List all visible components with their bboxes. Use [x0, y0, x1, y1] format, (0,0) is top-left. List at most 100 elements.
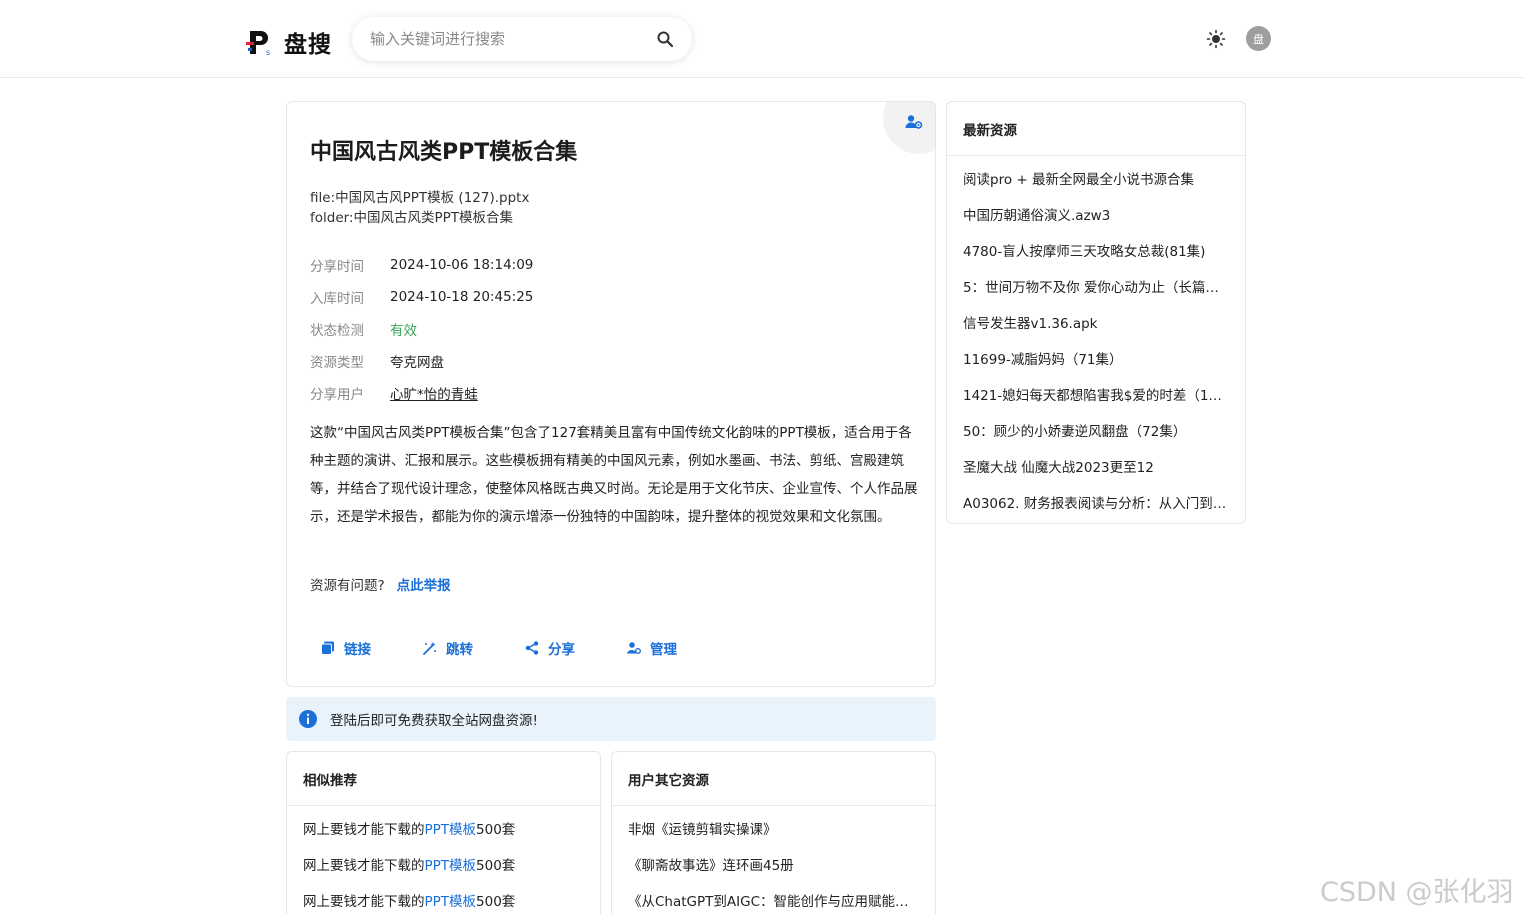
list-item[interactable]: 5：世间万物不及你 爱你心动为止（长篇…: [947, 268, 1245, 304]
share-icon: [525, 641, 539, 655]
list-item-text: 《聊斋故事选》连环画45册: [628, 858, 794, 874]
link-label: 链接: [344, 642, 371, 658]
file-line: file:中国风古风PPT模板 (127).pptx: [310, 190, 530, 206]
latest-resources-list: 阅读pro + 最新全网最全小说书源合集 中国历朝通俗演义.azw3 4780-…: [947, 156, 1245, 520]
meta-row-type: 资源类型 夸克网盘: [310, 345, 533, 377]
user-gear-icon: [627, 642, 641, 654]
meta-label: 分享时间: [310, 259, 364, 275]
item-text-pre: 网上要钱才能下载的: [303, 858, 425, 874]
user-settings-icon[interactable]: [905, 114, 923, 130]
search-box: [352, 17, 692, 61]
notice-text: 登陆后即可免费获取全站网盘资源!: [330, 713, 538, 729]
share-label: 分享: [548, 642, 575, 658]
logo-text: 盘搜: [284, 32, 332, 58]
list-item[interactable]: A03062. 财务报表阅读与分析：从入门到…: [947, 484, 1245, 520]
report-row: 资源有问题? 点此举报: [310, 574, 451, 594]
list-item-text: 1421-媳妇每天都想陷害我$爱的时差（10…: [963, 388, 1229, 404]
meta-list: 分享时间 2024-10-06 18:14:09 入库时间 2024-10-18…: [310, 249, 533, 409]
item-text-pre: 网上要钱才能下载的: [303, 822, 425, 838]
manage-label: 管理: [650, 642, 677, 658]
list-item[interactable]: 1421-媳妇每天都想陷害我$爱的时差（10…: [947, 376, 1245, 412]
logo-icon: s: [246, 31, 270, 56]
site-logo[interactable]: s 盘搜: [246, 25, 332, 59]
user-other-title: 用户其它资源: [612, 752, 935, 806]
list-item-text: 50：顾少的小娇妻逆风翻盘（72集）: [963, 424, 1187, 440]
list-item[interactable]: 50：顾少的小娇妻逆风翻盘（72集）: [947, 412, 1245, 448]
item-text-post: 500套: [476, 822, 516, 838]
similar-title: 相似推荐: [287, 752, 600, 806]
list-item-text: 信号发生器v1.36.apk: [963, 316, 1098, 332]
user-other-card: 用户其它资源 非烟《运镜剪辑实操课》 《聊斋故事选》连环画45册 《从ChatG…: [611, 751, 936, 914]
watermark: CSDN @张化羽: [1320, 877, 1514, 908]
meta-row-index-time: 入库时间 2024-10-18 20:45:25: [310, 281, 533, 313]
list-item-text: 《从ChatGPT到AIGC：智能创作与应用赋能》…: [628, 894, 919, 910]
meta-row-status: 状态检测 有效: [310, 313, 533, 345]
resource-title: 中国风古风类PPT模板合集: [310, 140, 578, 165]
share-button[interactable]: 分享: [525, 638, 575, 658]
top-header: s 盘搜 盘: [0, 0, 1525, 78]
folder-line: folder:中国风古风类PPT模板合集: [310, 210, 514, 226]
item-text-post: 500套: [476, 858, 516, 874]
resource-card: 中国风古风类PPT模板合集 file:中国风古风PPT模板 (127).pptx…: [286, 101, 936, 687]
share-time-value: 2024-10-06 18:14:09: [390, 257, 534, 273]
type-value: 夸克网盘: [390, 355, 444, 371]
item-text-pre: 网上要钱才能下载的: [303, 894, 425, 910]
search-input[interactable]: [370, 30, 656, 48]
jump-button[interactable]: 跳转: [423, 638, 473, 658]
copy-icon: [321, 641, 334, 655]
meta-label: 入库时间: [310, 291, 364, 307]
status-value: 有效: [390, 323, 417, 339]
item-text-post: 500套: [476, 894, 516, 910]
share-user-link[interactable]: 心旷*怡的青蛙: [390, 383, 478, 403]
meta-label: 资源类型: [310, 355, 364, 371]
report-link[interactable]: 点此举报: [397, 578, 451, 594]
list-item[interactable]: 网上要钱才能下载的 PPT模板 500套: [287, 846, 600, 882]
jump-label: 跳转: [446, 642, 473, 658]
list-item-text: 非烟《运镜剪辑实操课》: [628, 822, 777, 838]
user-other-list: 非烟《运镜剪辑实操课》 《聊斋故事选》连环画45册 《从ChatGPT到AIGC…: [612, 806, 935, 914]
meta-row-user: 分享用户 心旷*怡的青蛙: [310, 377, 533, 409]
item-text-highlight: PPT模板: [424, 894, 477, 910]
list-item-text: 11699-减脂妈妈（71集）: [963, 352, 1123, 368]
list-item[interactable]: 非烟《运镜剪辑实操课》: [612, 810, 935, 846]
resource-description: 这款“中国风古风类PPT模板合集”包含了127套精美且富有中国传统文化韵味的PP…: [310, 425, 918, 525]
meta-label: 状态检测: [310, 323, 364, 339]
sun-icon[interactable]: [1206, 29, 1226, 49]
list-item-text: 中国历朝通俗演义.azw3: [963, 208, 1111, 224]
list-item[interactable]: 中国历朝通俗演义.azw3: [947, 196, 1245, 232]
file-info: file:中国风古风PPT模板 (127).pptx folder:中国风古风类…: [310, 188, 529, 228]
index-time-value: 2024-10-18 20:45:25: [390, 289, 534, 305]
list-item[interactable]: 《从ChatGPT到AIGC：智能创作与应用赋能》…: [612, 882, 935, 914]
list-item[interactable]: 4780-盲人按摩师三天攻略女总裁(81集): [947, 232, 1245, 268]
latest-resources-card: 最新资源 阅读pro + 最新全网最全小说书源合集 中国历朝通俗演义.azw3 …: [946, 101, 1246, 524]
list-item[interactable]: 信号发生器v1.36.apk: [947, 304, 1245, 340]
list-item[interactable]: 网上要钱才能下载的 PPT模板 500套: [287, 810, 600, 846]
list-item-text: 阅读pro + 最新全网最全小说书源合集: [963, 172, 1194, 188]
list-item[interactable]: 阅读pro + 最新全网最全小说书源合集: [947, 160, 1245, 196]
similar-card: 相似推荐 网上要钱才能下载的 PPT模板 500套 网上要钱才能下载的 PPT模板 50…: [286, 751, 601, 914]
list-item-text: 圣魔大战 仙魔大战2023更至12: [963, 460, 1154, 476]
list-item[interactable]: 网上要钱才能下载的 PPT模板 500套: [287, 882, 600, 914]
item-text-highlight: PPT模板: [424, 858, 477, 874]
list-item[interactable]: 《聊斋故事选》连环画45册: [612, 846, 935, 882]
search-icon[interactable]: [656, 30, 674, 48]
svg-text:s: s: [266, 48, 270, 56]
list-item[interactable]: 11699-减脂妈妈（71集）: [947, 340, 1245, 376]
list-item-text: 4780-盲人按摩师三天攻略女总裁(81集): [963, 244, 1206, 260]
report-question: 资源有问题?: [310, 578, 385, 594]
meta-row-share-time: 分享时间 2024-10-06 18:14:09: [310, 249, 533, 281]
meta-label: 分享用户: [310, 387, 364, 403]
info-icon: [299, 710, 317, 728]
list-item-text: A03062. 财务报表阅读与分析：从入门到…: [963, 496, 1227, 512]
magic-wand-icon: [423, 642, 436, 655]
list-item-text: 5：世间万物不及你 爱你心动为止（长篇…: [963, 280, 1219, 296]
item-text-highlight: PPT模板: [424, 822, 477, 838]
login-notice: 登陆后即可免费获取全站网盘资源!: [286, 697, 936, 741]
manage-button[interactable]: 管理: [627, 638, 677, 658]
similar-list: 网上要钱才能下载的 PPT模板 500套 网上要钱才能下载的 PPT模板 500套 网上…: [287, 806, 600, 914]
list-item[interactable]: 圣魔大战 仙魔大战2023更至12: [947, 448, 1245, 484]
avatar[interactable]: 盘: [1246, 26, 1271, 51]
link-button[interactable]: 链接: [321, 638, 371, 658]
action-bar: 链接 跳转 分享 管理: [321, 638, 729, 658]
latest-resources-title: 最新资源: [947, 102, 1245, 156]
